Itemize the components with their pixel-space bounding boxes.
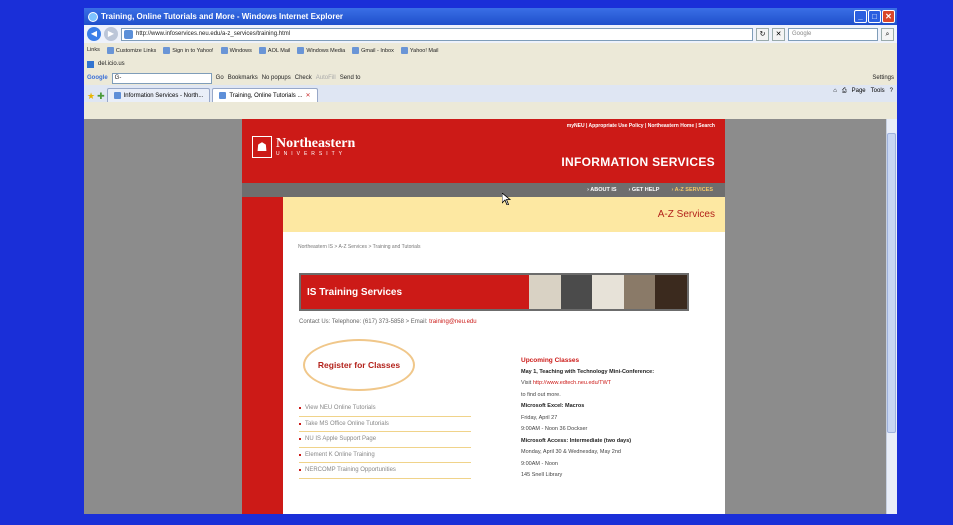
site-nav: › ABOUT IS › GET HELP › A-Z SERVICES — [242, 183, 725, 197]
popups-button[interactable]: No popups — [262, 75, 291, 81]
link-windows-media[interactable]: Windows Media — [297, 46, 345, 54]
upcoming-classes: Upcoming Classes May 1, Teaching with Te… — [521, 357, 655, 478]
bullet-icon — [299, 438, 301, 441]
link-yahoo-mail[interactable]: Yahoo! Mail — [400, 46, 439, 54]
send-to-button[interactable]: Send to — [340, 75, 361, 81]
bullet-icon — [299, 453, 301, 456]
edtech-link[interactable]: http://www.edtech.neu.edu/TWT — [533, 380, 611, 386]
link-customize[interactable]: Customize Links — [106, 46, 156, 54]
link-icon — [220, 46, 228, 54]
search-icon[interactable]: ⌕ — [881, 27, 894, 41]
top-links[interactable]: myNEU | Appropriate Use Policy | Northea… — [567, 123, 715, 129]
tutorial-links: View NEU Online Tutorials Take MS Office… — [299, 401, 471, 479]
google-go-button[interactable]: Go — [216, 75, 224, 81]
link-windows[interactable]: Windows — [220, 46, 252, 54]
tab-training[interactable]: Training, Online Tutorials ... ✕ — [212, 88, 318, 102]
main-column: A-Z Services Northeastern IS > A-Z Servi… — [283, 197, 725, 514]
bullet-icon — [299, 422, 301, 425]
link-yahoo-signin[interactable]: Sign in to Yahoo! — [163, 46, 214, 54]
address-toolbar: ◀ ▶ http://www.infoservices.neu.edu/a-z_… — [84, 25, 897, 43]
delicious-bar: del.icio.us — [84, 57, 897, 71]
autofill-button[interactable]: AutoFill — [316, 75, 336, 81]
delicious-button[interactable]: del.icio.us — [98, 61, 125, 67]
mouse-cursor-icon — [502, 193, 512, 205]
forward-button[interactable]: ▶ — [104, 27, 118, 41]
banner-photo — [529, 275, 687, 309]
breadcrumb[interactable]: Northeastern IS > A-Z Services > Trainin… — [298, 244, 421, 250]
address-input[interactable]: http://www.infoservices.neu.edu/a-z_serv… — [121, 27, 753, 41]
list-item[interactable]: NU IS Apple Support Page — [299, 432, 471, 448]
tab-favicon — [219, 92, 227, 99]
browser-viewport: myNEU | Appropriate Use Policy | Northea… — [84, 119, 897, 514]
list-item[interactable]: NERCOMP Training Opportunities — [299, 463, 471, 479]
left-red-bar — [242, 197, 283, 514]
web-page: myNEU | Appropriate Use Policy | Northea… — [242, 119, 725, 514]
help-icon[interactable]: ? — [890, 88, 893, 95]
tab-favicon — [113, 92, 121, 99]
link-gmail[interactable]: Gmail - Inbox — [352, 46, 394, 54]
bullet-icon — [299, 407, 301, 410]
banner-title: IS Training Services — [301, 275, 529, 309]
settings-button[interactable]: Settings — [872, 75, 894, 81]
tab-information-services[interactable]: Information Services - North... — [106, 88, 211, 102]
list-item[interactable]: View NEU Online Tutorials — [299, 401, 471, 417]
maximize-button[interactable]: □ — [868, 10, 881, 23]
delicious-icon — [87, 60, 94, 68]
nav-a-z-services[interactable]: › A-Z SERVICES — [671, 187, 713, 193]
northeastern-logo[interactable]: ☗ Northeastern UNIVERSITY — [252, 136, 355, 158]
bookmarks-button[interactable]: Bookmarks — [228, 75, 258, 81]
list-item[interactable]: Take MS Office Online Tutorials — [299, 417, 471, 432]
site-header: myNEU | Appropriate Use Policy | Northea… — [242, 119, 725, 183]
link-icon — [258, 46, 266, 54]
google-toolbar: Google G- Go Bookmarks No popups Check A… — [84, 71, 897, 85]
nav-about-is[interactable]: › ABOUT IS — [587, 187, 616, 193]
close-button[interactable]: ✕ — [882, 10, 895, 23]
band-title: A-Z Services — [657, 209, 715, 220]
link-icon — [352, 46, 360, 54]
link-icon — [297, 46, 305, 54]
browser-window: Training, Online Tutorials and More - Wi… — [84, 8, 897, 514]
check-button[interactable]: Check — [295, 75, 312, 81]
link-aol-mail[interactable]: AOL Mail — [258, 46, 290, 54]
contact-line: Contact Us: Telephone: (617) 373-5858 > … — [299, 319, 477, 325]
page-icon — [124, 29, 133, 39]
home-icon[interactable]: ⌂ — [833, 88, 837, 95]
links-bar: Links Customize Links Sign in to Yahoo! … — [87, 46, 439, 54]
tab-bar: ★ ✚ Information Services - North... Trai… — [84, 85, 897, 102]
link-icon — [106, 46, 114, 54]
favorites-star-icon[interactable]: ★ — [87, 91, 95, 102]
google-logo: Google — [87, 75, 108, 81]
title-bar: Training, Online Tutorials and More - Wi… — [84, 8, 897, 25]
nav-get-help[interactable]: › GET HELP — [629, 187, 660, 193]
minimize-button[interactable]: _ — [854, 10, 867, 23]
stop-button[interactable]: ✕ — [772, 27, 785, 41]
list-item[interactable]: Element K Online Training — [299, 448, 471, 463]
page-content: A-Z Services Northeastern IS > A-Z Servi… — [242, 197, 725, 514]
university-seal-icon: ☗ — [252, 136, 272, 158]
scroll-thumb[interactable] — [887, 133, 896, 433]
contact-email-link[interactable]: training@neu.edu — [429, 319, 476, 325]
refresh-button[interactable]: ↻ — [756, 27, 769, 41]
tab-close-icon[interactable]: ✕ — [305, 92, 310, 99]
back-button[interactable]: ◀ — [87, 27, 101, 41]
print-icon[interactable]: ⎙ — [842, 88, 847, 95]
page-menu[interactable]: Page — [852, 88, 866, 95]
tools-menu[interactable]: Tools — [871, 88, 885, 95]
link-icon — [163, 46, 171, 54]
search-input[interactable]: Google — [788, 27, 878, 41]
section-title: INFORMATION SERVICES — [561, 155, 715, 169]
vertical-scrollbar[interactable] — [886, 119, 897, 514]
window-title: Training, Online Tutorials and More - Wi… — [101, 12, 344, 21]
google-search-input[interactable]: G- — [111, 72, 212, 84]
ie-logo-icon — [88, 11, 98, 22]
add-favorite-icon[interactable]: ✚ — [97, 91, 105, 102]
link-icon — [400, 46, 408, 54]
bullet-icon — [299, 469, 301, 472]
register-for-classes-button[interactable]: Register for Classes — [303, 339, 415, 391]
training-banner: IS Training Services — [299, 273, 689, 311]
